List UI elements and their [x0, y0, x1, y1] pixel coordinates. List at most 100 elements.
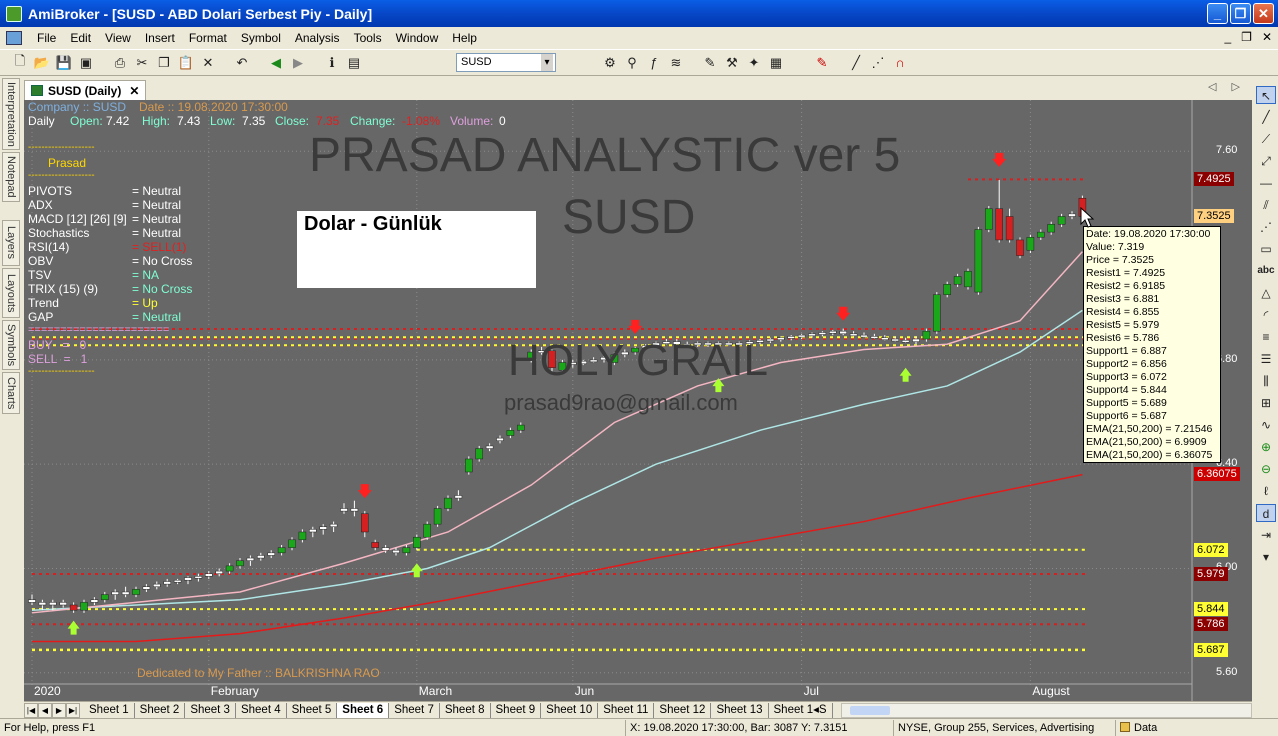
tab-notepad[interactable]: Notepad — [2, 152, 20, 202]
menu-analysis[interactable]: Analysis — [288, 31, 347, 45]
candle-body — [891, 338, 899, 342]
candle-body — [787, 336, 795, 339]
text-tool-icon[interactable]: abc — [1256, 262, 1276, 280]
price-tool-icon[interactable]: ℓ — [1256, 482, 1276, 500]
copy-icon[interactable]: ❐ — [154, 53, 174, 73]
horizontal-line-icon[interactable]: — — [1256, 174, 1276, 192]
symbol-combobox[interactable]: SUSD — [456, 53, 556, 72]
sheet-tab[interactable]: Sheet 2 — [135, 702, 186, 718]
menu-file[interactable]: File — [30, 31, 63, 45]
indicator-icon[interactable]: ≋ — [666, 53, 686, 73]
extended-line-icon[interactable]: ⤢ — [1256, 152, 1276, 170]
sheet-tab[interactable]: Sheet 7 — [389, 702, 440, 718]
chart-icon[interactable]: ▦ — [766, 53, 786, 73]
sheet-tab[interactable]: Sheet 1 — [84, 702, 135, 718]
sheet-tab[interactable]: Sheet 13 — [711, 702, 769, 718]
candle-body — [329, 523, 338, 528]
tab-susd-daily[interactable]: SUSD (Daily) ✕ — [24, 80, 147, 100]
delete-icon[interactable]: ✕ — [198, 53, 218, 73]
parallel-lines-icon[interactable]: ⫽ — [1256, 196, 1276, 214]
mdi-restore-button[interactable]: ❐ — [1241, 30, 1252, 44]
new-file-icon[interactable]: 🗋 — [10, 53, 30, 73]
properties-icon[interactable]: ▤ — [344, 53, 364, 73]
fib-timezone-icon[interactable]: ⫼ — [1256, 372, 1276, 390]
tab-layers[interactable]: Layers — [2, 220, 20, 266]
ray-icon[interactable]: ⟋ — [1256, 130, 1276, 148]
tools-icon[interactable]: ⚒ — [722, 53, 742, 73]
chart-pane[interactable]: Company :: SUSD Date :: 19.08.2020 17:30… — [24, 100, 1252, 701]
tab-close-icon[interactable]: ✕ — [129, 84, 139, 98]
menu-help[interactable]: Help — [445, 31, 484, 45]
save-all-icon[interactable]: ▣ — [76, 53, 96, 73]
delta-tool-icon[interactable]: d — [1256, 504, 1276, 522]
zoom-out-icon[interactable]: ⊖ — [1256, 460, 1276, 478]
menu-view[interactable]: View — [98, 31, 138, 45]
candle-body — [1078, 197, 1087, 217]
document-icon[interactable] — [6, 31, 22, 45]
cut-icon[interactable]: ✂ — [132, 53, 152, 73]
sheet-tab[interactable]: Sheet 5 — [287, 702, 338, 718]
back-icon[interactable]: ◀ — [266, 53, 286, 73]
zoom-in-icon[interactable]: ⊕ — [1256, 438, 1276, 456]
sheet-tab[interactable]: Sheet 12 — [654, 702, 712, 718]
menu-format[interactable]: Format — [182, 31, 234, 45]
magnet-icon[interactable]: ∩ — [890, 53, 910, 73]
sheet-tab[interactable]: Sheet 4 — [236, 702, 287, 718]
menu-window[interactable]: Window — [389, 31, 446, 45]
menu-edit[interactable]: Edit — [63, 31, 98, 45]
sheet-tab[interactable]: Sheet 1◂S — [769, 702, 833, 718]
tab-layouts[interactable]: Layouts — [2, 268, 20, 318]
menu-tools[interactable]: Tools — [347, 31, 389, 45]
tab-nav-arrows[interactable]: ◁ ▷ — [1208, 80, 1246, 93]
sheet-prev-button[interactable]: ◀ — [38, 702, 52, 718]
close-button[interactable]: ✕ — [1253, 3, 1274, 24]
menu-symbol[interactable]: Symbol — [234, 31, 288, 45]
triangle-icon[interactable]: △ — [1256, 284, 1276, 302]
sheet-tab[interactable]: Sheet 9 — [491, 702, 542, 718]
mdi-minimize-button[interactable]: _ — [1224, 30, 1231, 44]
forward-icon[interactable]: ▶ — [288, 53, 308, 73]
save-icon[interactable]: 💾 — [54, 53, 74, 73]
sheet-tab[interactable]: Sheet 3 — [185, 702, 236, 718]
tab-symbols[interactable]: Symbols — [2, 320, 20, 370]
pointer-icon[interactable]: ↖ — [1256, 86, 1276, 104]
arrow-tool-icon[interactable]: ⇥ — [1256, 526, 1276, 544]
scan-icon[interactable]: ⚙ — [600, 53, 620, 73]
maximize-button[interactable]: ❐ — [1230, 3, 1251, 24]
print-icon[interactable]: ⎙ — [110, 53, 130, 73]
sheet-tab[interactable]: Sheet 10 — [541, 702, 599, 718]
sheet-first-button[interactable]: |◀ — [24, 702, 38, 718]
explore-icon[interactable]: ⚲ — [622, 53, 642, 73]
edit-formula-icon[interactable]: ✎ — [700, 53, 720, 73]
undo-icon[interactable]: ↶ — [232, 53, 252, 73]
line-tool-icon[interactable]: ╱ — [846, 53, 866, 73]
sheet-tab[interactable]: Sheet 6 — [337, 702, 390, 718]
sheet-last-button[interactable]: ▶| — [66, 702, 80, 718]
paste-icon[interactable]: 📋 — [176, 53, 196, 73]
open-folder-icon[interactable]: 📂 — [32, 53, 52, 73]
gann-icon[interactable]: ⊞ — [1256, 394, 1276, 412]
horizontal-scrollbar[interactable] — [840, 702, 1252, 718]
arc-icon[interactable]: ◜ — [1256, 306, 1276, 324]
formula-icon[interactable]: ƒ — [644, 53, 664, 73]
more-tools-icon[interactable]: ▾ — [1256, 548, 1276, 566]
sheet-tab[interactable]: Sheet 11 — [598, 702, 655, 718]
mdi-close-button[interactable]: ✕ — [1262, 30, 1272, 44]
wand-icon[interactable]: ✦ — [744, 53, 764, 73]
dotted-line-icon[interactable]: ⋰ — [868, 53, 888, 73]
minimize-button[interactable]: _ — [1207, 3, 1228, 24]
channel-icon[interactable]: ⋰ — [1256, 218, 1276, 236]
rectangle-icon[interactable]: ▭ — [1256, 240, 1276, 258]
cycles-icon[interactable]: ∿ — [1256, 416, 1276, 434]
tab-charts[interactable]: Charts — [2, 372, 20, 414]
draw-color-icon[interactable]: ✎ — [812, 53, 832, 73]
sheet-next-button[interactable]: ▶ — [52, 702, 66, 718]
fib-extension-icon[interactable]: ☰ — [1256, 350, 1276, 368]
price-chart[interactable] — [24, 100, 1252, 701]
tab-interpretation[interactable]: Interpretation — [2, 78, 20, 150]
trendline-icon[interactable]: ╱ — [1256, 108, 1276, 126]
info-icon[interactable]: ℹ — [322, 53, 342, 73]
sheet-tab[interactable]: Sheet 8 — [440, 702, 491, 718]
menu-insert[interactable]: Insert — [138, 31, 182, 45]
fibonacci-icon[interactable]: ≡ — [1256, 328, 1276, 346]
